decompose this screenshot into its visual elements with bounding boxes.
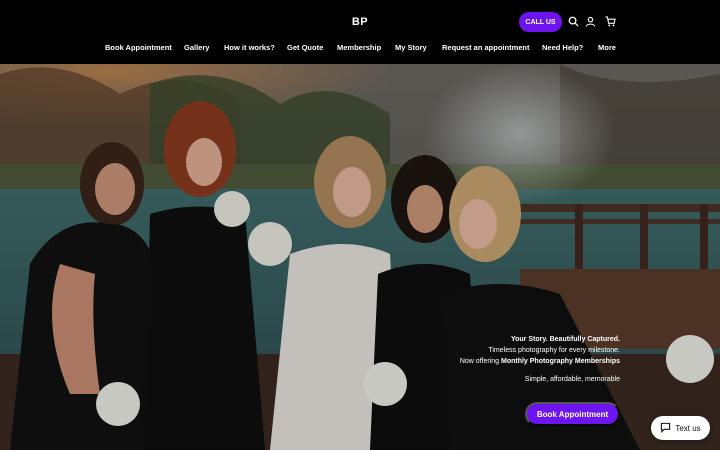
text-us-button[interactable]: Text us [651,416,710,440]
hero-line3-prefix: Now offering [459,358,501,365]
nav-request-appointment[interactable]: Request an appointment [442,40,530,56]
nav-more[interactable]: More [598,40,616,56]
nav-how-it-works[interactable]: How it works? [224,40,275,56]
cart-icon[interactable] [603,14,617,28]
hero-headline: Your Story. Beautifully Captured. [510,336,620,343]
nav-book-appointment[interactable]: Book Appointment [105,40,172,56]
chat-icon [660,422,671,435]
user-icon[interactable] [583,14,597,28]
site-header: BP CALL US Book Appointment Gallery How … [0,0,720,64]
nav-get-quote[interactable]: Get Quote [287,40,323,56]
hero-line3: Now offering Monthly Photography Members… [460,356,620,367]
hero-photo [0,64,720,450]
main-nav: Book Appointment Gallery How it works? G… [0,40,720,56]
nav-membership[interactable]: Membership [337,40,381,56]
site-logo[interactable]: BP [346,13,374,31]
nav-gallery[interactable]: Gallery [184,40,209,56]
nav-my-story[interactable]: My Story [395,40,427,56]
call-us-button[interactable]: CALL US [519,12,562,32]
hero-line3-bold: Monthly Photography Memberships [500,358,620,365]
search-icon[interactable] [566,14,580,28]
hero-section [0,64,720,450]
hero-line2: Timeless photography for every milestone… [488,347,620,354]
book-appointment-button[interactable]: Book Appointment [525,402,620,426]
hero-subtext: Simple, affordable, memorable [524,376,620,383]
nav-need-help[interactable]: Need Help? [542,40,583,56]
text-us-label: Text us [675,423,701,433]
hero-tagline: Your Story. Beautifully Captured. Timele… [460,334,620,367]
